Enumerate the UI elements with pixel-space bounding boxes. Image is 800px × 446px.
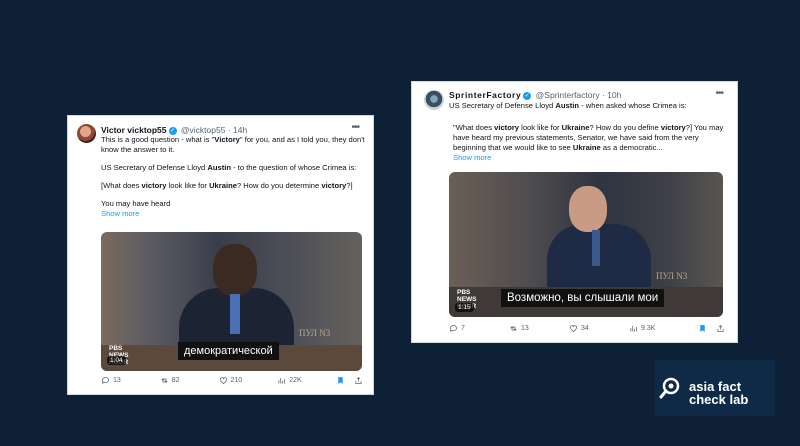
bookmark-icon[interactable] [336, 376, 345, 385]
tweet-actions: 7 13 34 9.3K [449, 324, 725, 333]
views-button[interactable]: 9.3K [629, 324, 689, 333]
verified-badge-icon: ✓ [523, 91, 532, 100]
more-options-icon[interactable]: ••• [351, 122, 359, 133]
more-options-icon[interactable]: ••• [715, 88, 723, 99]
views-chart-icon [630, 325, 637, 332]
tweet-header: SprinterFactory ✓ @Sprinterfactory · 10h [449, 90, 621, 100]
video-subtitle: Возможно, вы слышали мои [501, 289, 665, 307]
retweet-icon [161, 378, 168, 383]
magnifier-logo-icon [659, 377, 680, 399]
views-button[interactable]: 22K [277, 376, 336, 385]
avatar[interactable] [424, 90, 444, 110]
verified-badge-icon: ✓ [168, 126, 177, 135]
like-button[interactable]: 210 [219, 376, 278, 385]
video-watermark: ПУЛ N3 [299, 328, 331, 338]
asia-fact-check-lab-logo: asia fact check lab [655, 360, 775, 416]
tweet-video[interactable]: ПУЛ N3 PBS NEWS HOUR 1:04 демократическо… [101, 232, 362, 371]
reply-icon [449, 325, 457, 332]
tweet-time[interactable]: · 10h [602, 90, 621, 100]
logo-text-line2: check lab [689, 392, 749, 407]
heart-icon [219, 377, 227, 384]
like-button[interactable]: 34 [569, 324, 629, 333]
video-watermark: ПУЛ N3 [656, 271, 688, 281]
retweet-button[interactable]: 13 [509, 324, 569, 333]
tweet-card-sprinterfactory: SprinterFactory ✓ @Sprinterfactory · 10h … [411, 81, 738, 343]
tweet-text: This is a good question - what is "Victo… [101, 135, 365, 219]
user-handle[interactable]: @vicktop55 [181, 125, 226, 135]
views-chart-icon [278, 377, 286, 384]
video-subtitle: демократической [178, 342, 279, 360]
retweet-button[interactable]: 82 [160, 376, 219, 385]
avatar[interactable] [77, 124, 96, 143]
video-duration: 1:04 [107, 356, 126, 365]
reply-icon [101, 377, 109, 384]
tweet-card-vicktop55: Victor vicktop55 ✓ @vicktop55 · 14h ••• T… [67, 115, 374, 395]
heart-icon [570, 325, 577, 332]
display-name[interactable]: SprinterFactory [449, 90, 521, 100]
video-duration: 1:15 [455, 303, 474, 312]
share-icon[interactable] [716, 324, 725, 333]
reply-button[interactable]: 13 [101, 376, 160, 385]
show-more-link[interactable]: Show more [101, 209, 365, 219]
display-name[interactable]: Victor vicktop55 [101, 125, 167, 135]
reply-button[interactable]: 7 [449, 324, 509, 333]
bookmark-icon[interactable] [698, 324, 707, 333]
tweet-header: Victor vicktop55 ✓ @vicktop55 · 14h [101, 125, 247, 135]
tweet-video[interactable]: ПУЛ N3 PBS NEWS HOUR 1:15 Возможно, вы с… [449, 172, 723, 317]
share-icon[interactable] [354, 376, 363, 385]
tweet-time[interactable]: · 14h [228, 125, 247, 135]
tweet-actions: 13 82 210 22K [101, 376, 363, 385]
tweet-text: US Secretary of Defense Lloyd Austin - w… [449, 101, 727, 163]
show-more-link[interactable]: Show more [453, 153, 727, 163]
retweet-icon [510, 326, 517, 331]
user-handle[interactable]: @Sprinterfactory [536, 90, 600, 100]
